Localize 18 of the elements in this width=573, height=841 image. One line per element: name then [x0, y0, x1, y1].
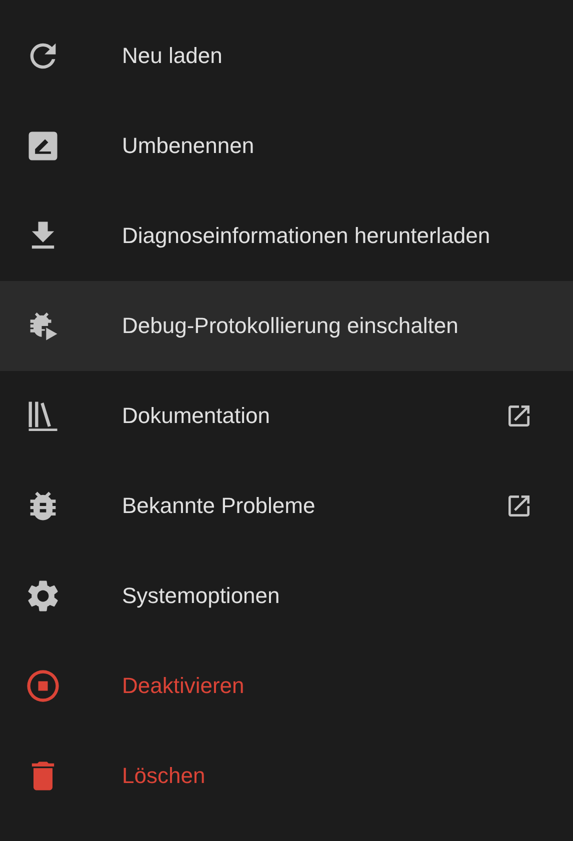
menu-item-label: Neu laden: [122, 43, 224, 69]
menu-item-label: Bekannte Probleme: [122, 493, 316, 519]
menu-item[interactable]: Deaktivieren: [0, 641, 573, 731]
menu-item[interactable]: Löschen: [0, 731, 573, 821]
menu-item-label: Deaktivieren: [122, 673, 246, 699]
menu-item[interactable]: Debug-Protokollierung einschalten: [0, 281, 573, 371]
menu-item-label: Systemoptionen: [122, 583, 281, 609]
menu-item[interactable]: Systemoptionen: [0, 551, 573, 641]
menu-item[interactable]: Umbenennen: [0, 101, 573, 191]
menu-item[interactable]: Diagnoseinformationen herunterladen: [0, 191, 573, 281]
menu-item-label: Umbenennen: [122, 133, 256, 159]
menu-item[interactable]: Bekannte Probleme: [0, 461, 573, 551]
menu-item-label: Debug-Protokollierung einschalten: [122, 313, 460, 339]
menu-item[interactable]: Neu laden: [0, 11, 573, 101]
menu-item-label: Diagnoseinformationen herunterladen: [122, 223, 492, 249]
menu-item[interactable]: Dokumentation: [0, 371, 573, 461]
menu-item-label: Löschen: [122, 763, 206, 789]
menu-item-label: Dokumentation: [122, 403, 271, 429]
